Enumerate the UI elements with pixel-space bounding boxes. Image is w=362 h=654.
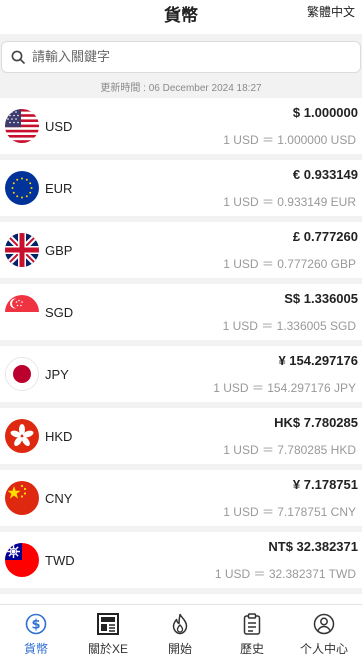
tab-label: 關於XE [87,642,128,654]
currency-list: USD $ 1.000000 1 USD ＝ 1.000000 USD EUR … [0,98,362,604]
cn-flag-icon [5,481,39,515]
jp-flag-icon [5,357,39,391]
currency-amount: £ 0.777260 [292,229,358,244]
tab-profile[interactable]: 个人中心 [288,605,360,654]
currency-row-sgd[interactable]: SGD S$ 1.336005 1 USD ＝ 1.336005 SGD [0,284,362,340]
tab-bar: $ 貨幣 關於XE 開始 歷史 个人中心 [0,604,362,654]
currency-conversion: 1 USD ＝ 0.933149 EUR [223,195,356,209]
update-timestamp: 更新時間 : 06 December 2024 18:27 [0,80,362,98]
currency-amount: S$ 1.336005 [284,291,358,306]
currency-row-gbp[interactable]: GBP £ 0.777260 1 USD ＝ 0.777260 GBP [0,222,362,278]
currency-amount: ¥ 154.297176 [278,353,358,368]
search-box[interactable] [1,41,361,73]
sg-flag-icon [5,295,39,329]
tw-flag-icon [5,543,39,577]
currency-code: EUR [45,181,73,196]
language-toggle[interactable]: 繁體中文 [307,3,355,20]
tab-label: 歷史 [239,642,264,654]
currency-amount: HK$ 7.780285 [274,415,358,430]
currency-code: HKD [45,429,73,444]
currency-conversion: 1 USD ＝ 0.777260 GBP [223,257,356,271]
search-input[interactable] [32,47,332,67]
tab-label: 个人中心 [299,642,348,654]
currency-amount: $ 1.000000 [292,105,358,120]
search-bar-container [0,34,362,80]
svg-text:$: $ [31,618,40,633]
currency-conversion: 1 USD ＝ 1.336005 SGD [222,319,356,333]
currency-row-partial[interactable] [0,594,362,604]
header: 貨幣 繁體中文 [0,0,362,34]
currency-code: USD [45,119,73,134]
currency-code: SGD [45,305,74,320]
currency-conversion: 1 USD ＝ 7.178751 CNY [223,505,356,519]
currency-code: JPY [45,367,69,382]
currency-amount: NT$ 32.382371 [268,539,358,554]
tab-label: 貨幣 [23,642,48,654]
currency-amount: € 0.933149 [292,167,358,182]
flame-icon [172,613,188,635]
currency-code: CNY [45,491,73,506]
eu-flag-icon [5,171,39,205]
currency-conversion: 1 USD ＝ 7.780285 HKD [223,443,356,457]
currency-code: TWD [45,553,75,568]
uk-flag-icon [5,233,39,267]
newspaper-icon [97,613,119,635]
user-icon [313,613,335,635]
currency-row-cny[interactable]: CNY ¥ 7.178751 1 USD ＝ 7.178751 CNY [0,470,362,526]
tab-about-xe[interactable]: 關於XE [72,605,144,654]
tab-label: 開始 [167,642,192,654]
currency-conversion: 1 USD ＝ 1.000000 USD [223,133,356,147]
currency-conversion: 1 USD ＝ 32.382371 TWD [214,567,356,581]
currency-code: GBP [45,243,73,258]
tab-currency[interactable]: $ 貨幣 [0,605,72,654]
us-flag-icon [5,109,39,143]
currency-row-twd[interactable]: TWD NT$ 32.382371 1 USD ＝ 32.382371 TWD [0,532,362,588]
currency-row-hkd[interactable]: HKD HK$ 7.780285 1 USD ＝ 7.780285 HKD [0,408,362,464]
hk-flag-icon [5,419,39,453]
currency-row-jpy[interactable]: JPY ¥ 154.297176 1 USD ＝ 154.297176 JPY [0,346,362,402]
tab-history[interactable]: 歷史 [216,605,288,654]
currency-row-usd[interactable]: USD $ 1.000000 1 USD ＝ 1.000000 USD [0,98,362,154]
clipboard-icon [243,613,261,635]
currency-conversion: 1 USD ＝ 154.297176 JPY [213,381,356,395]
dollar-circle-icon: $ [25,613,47,635]
currency-row-eur[interactable]: EUR € 0.933149 1 USD ＝ 0.933149 EUR [0,160,362,216]
tab-start[interactable]: 開始 [144,605,216,654]
currency-amount: ¥ 7.178751 [292,477,358,492]
search-icon [11,50,25,64]
